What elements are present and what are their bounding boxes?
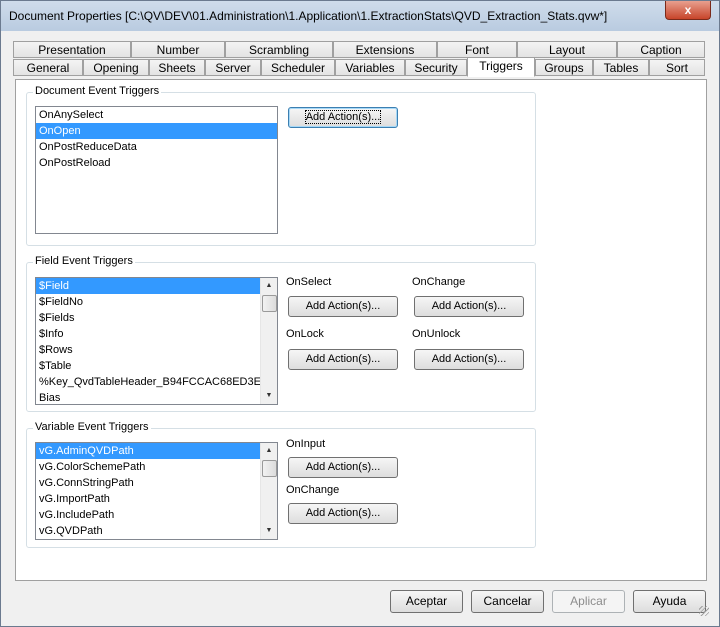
field-list-scrollbar[interactable]: ▲ ▼ — [260, 278, 277, 404]
close-button[interactable]: x — [665, 1, 711, 20]
list-item[interactable]: vG.ColorSchemePath — [36, 459, 260, 475]
list-item[interactable]: vG.ConnStringPath — [36, 475, 260, 491]
list-item[interactable]: $Table — [36, 358, 260, 374]
list-item[interactable]: $Field — [36, 278, 260, 294]
tab-triggers[interactable]: Triggers — [467, 57, 535, 77]
tab-variables[interactable]: Variables — [335, 59, 405, 76]
button-label: Add Action(s)... — [431, 353, 507, 365]
variable-triggers-list[interactable]: vG.AdminQVDPath vG.ColorSchemePath vG.Co… — [35, 442, 278, 540]
document-event-triggers-group: Document Event Triggers OnAnySelect OnOp… — [26, 85, 536, 246]
scroll-up-icon[interactable]: ▲ — [261, 443, 277, 459]
apply-button[interactable]: Aplicar — [552, 590, 625, 613]
field-event-triggers-label: Field Event Triggers — [33, 255, 135, 267]
dialog-content: Presentation Number Scrambling Extension… — [9, 31, 711, 618]
on-change-label: OnChange — [286, 484, 340, 496]
tab-security[interactable]: Security — [405, 59, 467, 76]
help-button[interactable]: Ayuda — [633, 590, 706, 613]
list-item[interactable]: OnPostReduceData — [36, 139, 277, 155]
tab-general[interactable]: General — [13, 59, 83, 76]
on-change-label: OnChange — [412, 276, 466, 288]
window-title: Document Properties [C:\QV\DEV\01.Admini… — [9, 9, 608, 23]
title-bar[interactable]: Document Properties [C:\QV\DEV\01.Admini… — [1, 1, 719, 31]
on-input-add-action-button[interactable]: Add Action(s)... — [288, 457, 398, 478]
list-item[interactable]: OnAnySelect — [36, 107, 277, 123]
resize-grip-icon[interactable] — [699, 606, 709, 616]
variable-event-triggers-group: Variable Event Triggers vG.AdminQVDPath … — [26, 421, 536, 548]
on-lock-label: OnLock — [286, 328, 324, 340]
cancel-button[interactable]: Cancelar — [471, 590, 544, 613]
scroll-up-icon[interactable]: ▲ — [261, 278, 277, 294]
button-label: Add Action(s)... — [431, 300, 507, 312]
tab-scheduler[interactable]: Scheduler — [261, 59, 335, 76]
accept-button[interactable]: Aceptar — [390, 590, 463, 613]
on-change-add-action-button[interactable]: Add Action(s)... — [414, 296, 524, 317]
on-unlock-add-action-button[interactable]: Add Action(s)... — [414, 349, 524, 370]
list-item[interactable]: $Info — [36, 326, 260, 342]
tab-tables[interactable]: Tables — [593, 59, 649, 76]
button-label: Add Action(s)... — [305, 507, 381, 519]
list-item[interactable]: vG.ImportPath — [36, 491, 260, 507]
on-input-label: OnInput — [286, 438, 326, 450]
button-label: Add Action(s)... — [305, 353, 381, 365]
list-item[interactable]: $FieldNo — [36, 294, 260, 310]
list-item[interactable]: %Key_QvdTableHeader_B94FCCAC68ED3E2 — [36, 374, 267, 390]
tab-server[interactable]: Server — [205, 59, 261, 76]
tab-scrambling[interactable]: Scrambling — [225, 41, 333, 58]
scroll-thumb[interactable] — [262, 460, 277, 477]
tab-caption[interactable]: Caption — [617, 41, 705, 58]
on-change-add-action-button[interactable]: Add Action(s)... — [288, 503, 398, 524]
scroll-down-icon[interactable]: ▼ — [261, 388, 277, 404]
on-unlock-label: OnUnlock — [412, 328, 461, 340]
document-add-action-button[interactable]: Add Action(s)... — [288, 107, 398, 128]
on-lock-add-action-button[interactable]: Add Action(s)... — [288, 349, 398, 370]
field-triggers-list[interactable]: $Field $FieldNo $Fields $Info $Rows $Tab… — [35, 277, 278, 405]
on-select-label: OnSelect — [286, 276, 332, 288]
tab-font[interactable]: Font — [437, 41, 517, 58]
list-item[interactable]: Bias — [36, 390, 260, 404]
tab-presentation[interactable]: Presentation — [13, 41, 131, 58]
field-event-triggers-group: Field Event Triggers $Field $FieldNo $Fi… — [26, 255, 536, 412]
button-label: Add Action(s)... — [304, 110, 382, 124]
list-item[interactable]: OnOpen — [36, 123, 277, 139]
dialog-window: Document Properties [C:\QV\DEV\01.Admini… — [0, 0, 720, 627]
scroll-down-icon[interactable]: ▼ — [261, 523, 277, 539]
tab-groups[interactable]: Groups — [535, 59, 593, 76]
list-item[interactable]: vG.QVDPath — [36, 523, 260, 539]
on-select-add-action-button[interactable]: Add Action(s)... — [288, 296, 398, 317]
list-item[interactable]: vG.IncludePath — [36, 507, 260, 523]
tab-opening[interactable]: Opening — [83, 59, 149, 76]
variable-event-triggers-label: Variable Event Triggers — [33, 421, 151, 433]
list-item[interactable]: $Fields — [36, 310, 260, 326]
list-item[interactable]: OnPostReload — [36, 155, 277, 171]
button-label: Add Action(s)... — [305, 461, 381, 473]
button-label: Add Action(s)... — [305, 300, 381, 312]
tab-layout[interactable]: Layout — [517, 41, 617, 58]
list-item[interactable]: vG.AdminQVDPath — [36, 443, 260, 459]
tab-extensions[interactable]: Extensions — [333, 41, 437, 58]
triggers-panel: Document Event Triggers OnAnySelect OnOp… — [15, 79, 707, 581]
tab-sheets[interactable]: Sheets — [149, 59, 205, 76]
close-icon: x — [684, 3, 692, 17]
scroll-thumb[interactable] — [262, 295, 277, 312]
document-event-triggers-label: Document Event Triggers — [33, 85, 162, 97]
tab-sort[interactable]: Sort — [649, 59, 705, 76]
tab-number[interactable]: Number — [131, 41, 225, 58]
list-item[interactable]: $Rows — [36, 342, 260, 358]
variable-list-scrollbar[interactable]: ▲ ▼ — [260, 443, 277, 539]
document-triggers-list[interactable]: OnAnySelect OnOpen OnPostReduceData OnPo… — [35, 106, 278, 234]
